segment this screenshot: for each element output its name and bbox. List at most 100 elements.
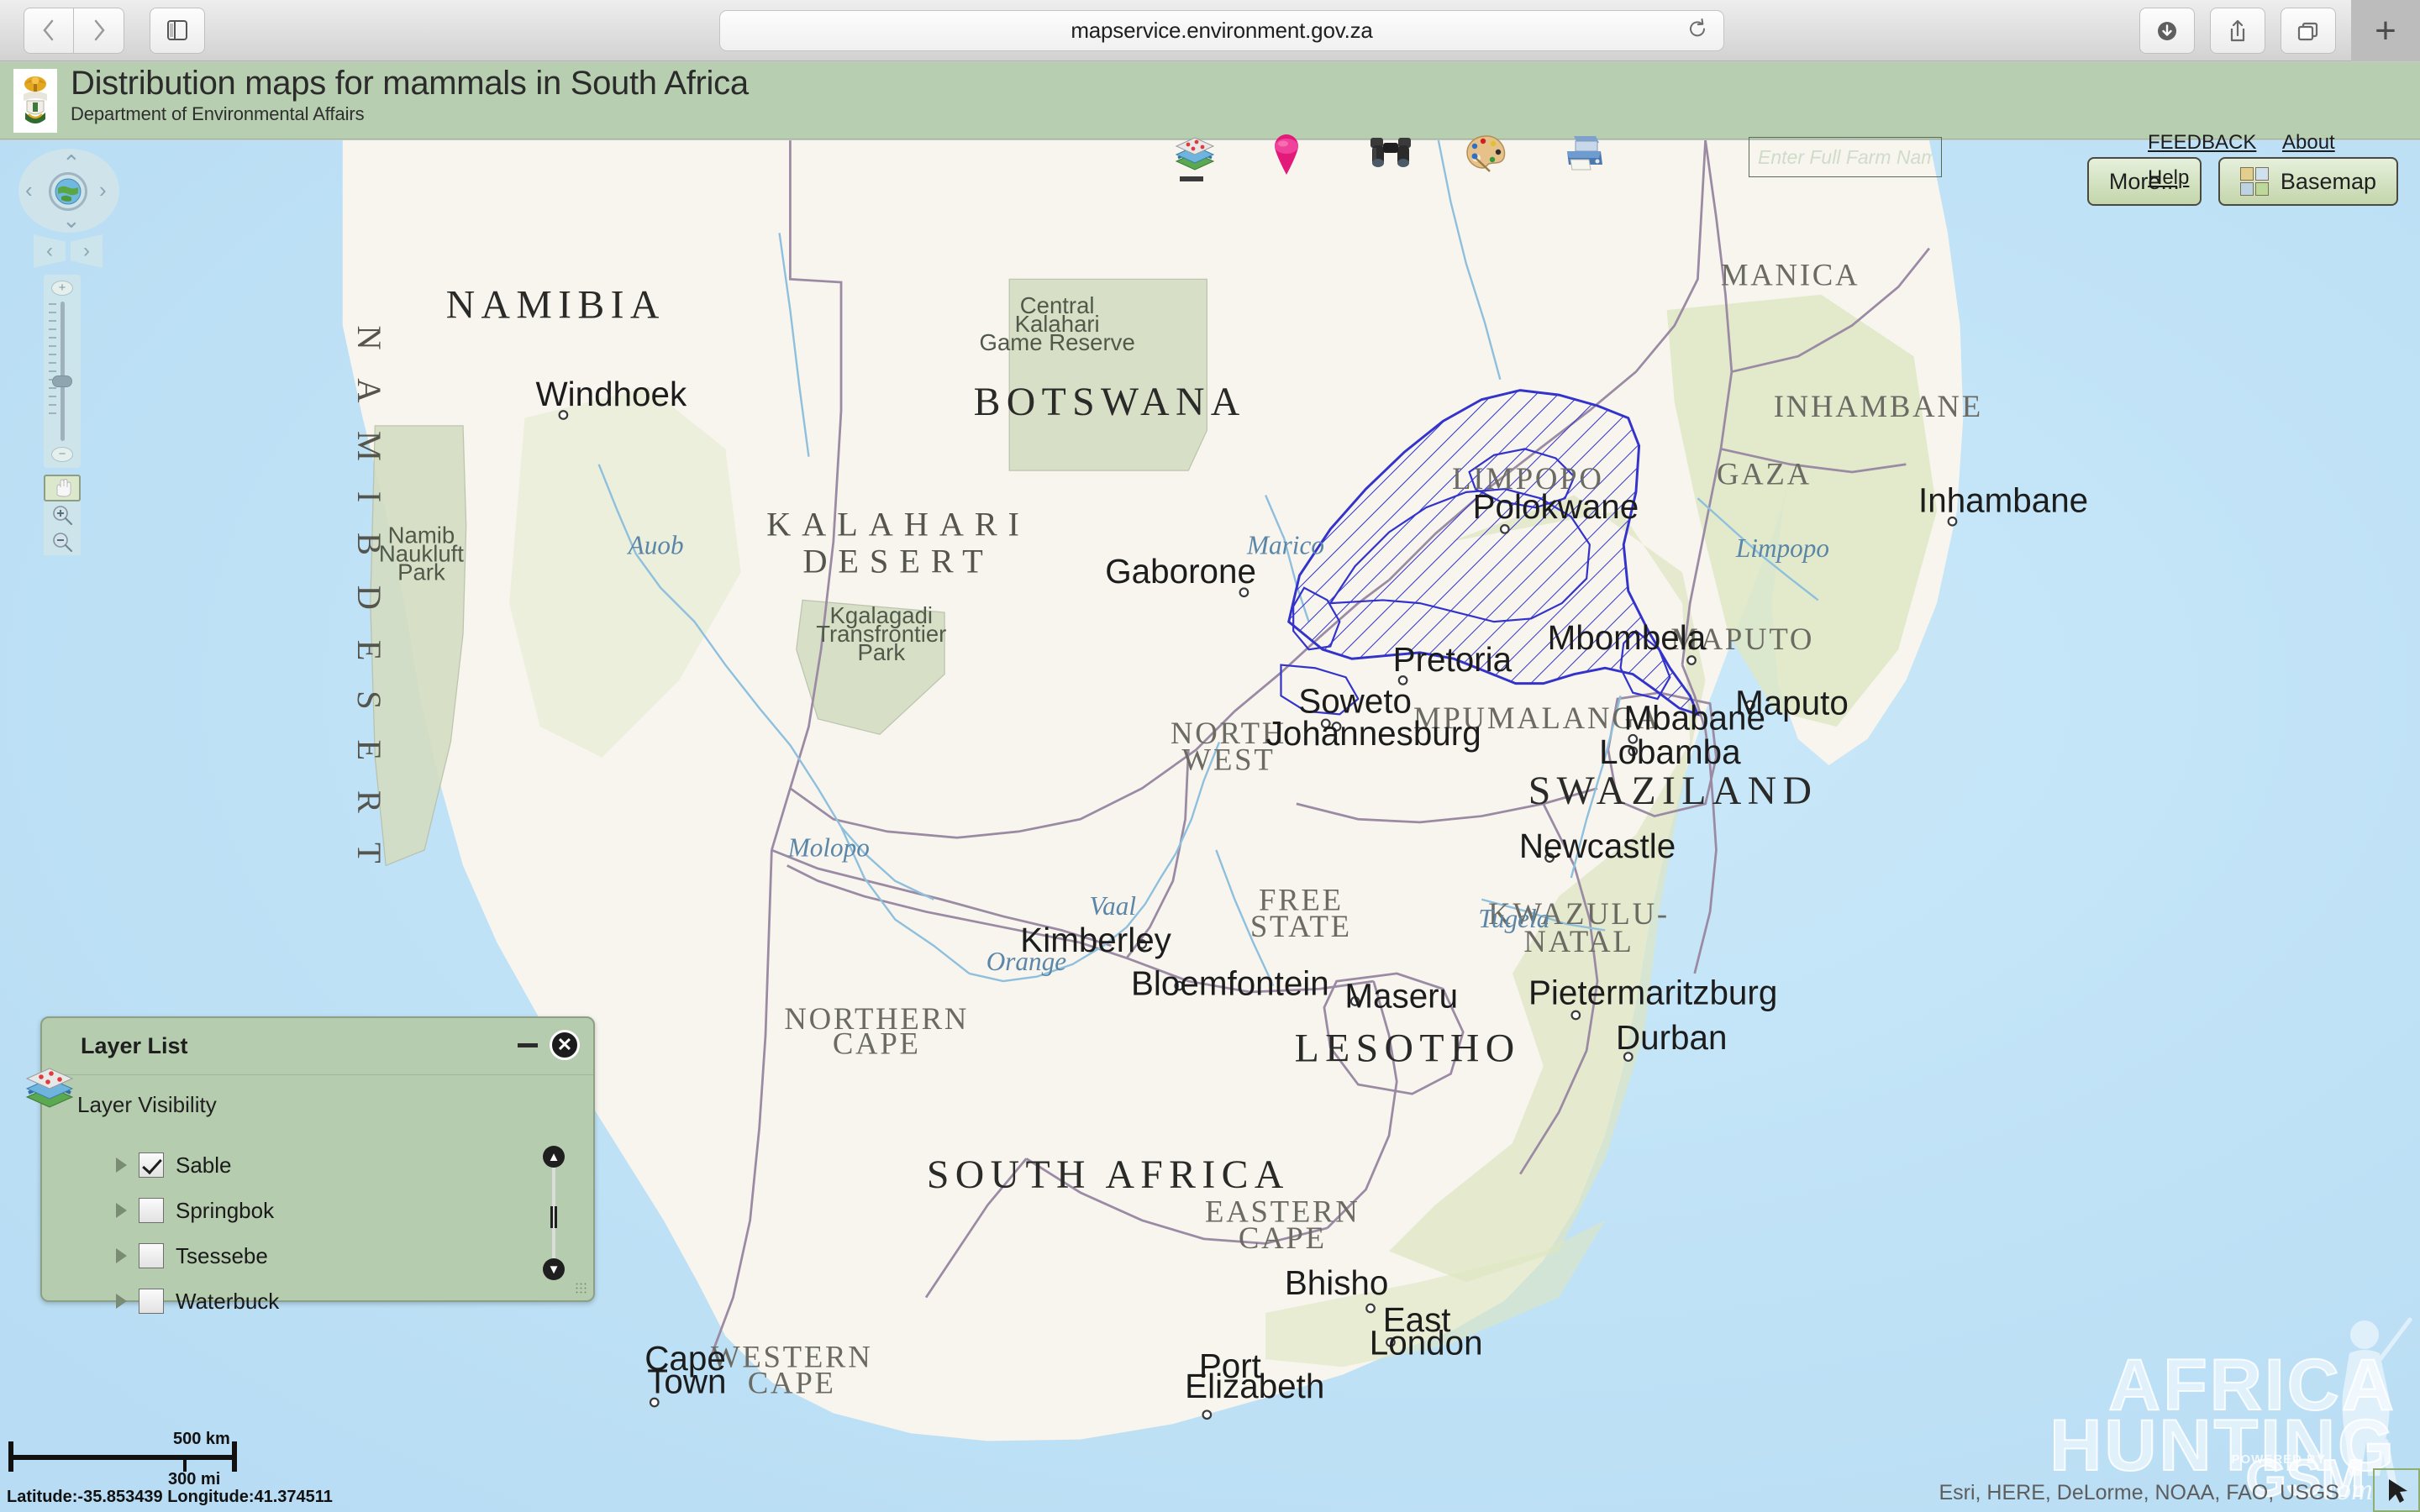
prev-next-extent-controls: ‹ › [34,234,103,268]
expand-arrow-icon[interactable] [116,1248,127,1263]
map-city-label: Pretoria [1393,640,1512,679]
browser-right-controls: + [2139,0,2420,61]
map-city-label: Johannesburg [1266,714,1481,753]
zoom-ticks [49,303,56,421]
scrollbar-thumb[interactable] [550,1206,557,1228]
scroll-down-button[interactable]: ▼ [543,1258,565,1280]
map-river-label: Tugela [1478,904,1549,933]
share-button[interactable] [2210,8,2265,54]
title-block: Distribution maps for mammals in South A… [71,65,749,125]
hand-pan-icon[interactable] [44,475,81,501]
map-pin-icon[interactable] [1270,133,1315,178]
list-item[interactable]: Sable [116,1142,279,1188]
map-province-label: CAPE [833,1026,921,1060]
zoom-out-button[interactable]: − [51,447,73,462]
basemap-button[interactable]: Basemap [2217,157,2398,206]
map-country-label: LESOTHO [1295,1026,1521,1071]
list-item[interactable]: Waterbuck [116,1278,279,1324]
sidebar-toggle-button[interactable] [150,7,205,54]
scale-mi-label: 300 mi [168,1470,221,1488]
map-city-label: Elizabeth [1185,1367,1324,1405]
expand-arrow-icon[interactable] [116,1203,127,1218]
zoom-slider[interactable]: + − [44,275,81,468]
map-city-label: Polokwane [1473,487,1639,526]
map-desert-labels: KALAHARIDESERT [766,505,1019,580]
map-tool-stack [44,475,81,555]
zoom-in-button[interactable]: + [51,281,73,296]
expand-arrow-icon[interactable] [116,1294,127,1309]
zoom-out-magnifier-icon[interactable] [44,528,81,555]
layer-checkbox-sable[interactable] [139,1152,164,1178]
layer-checkbox-waterbuck[interactable] [139,1289,164,1314]
layer-list-scrollbar[interactable]: ▲ ▼ [543,1146,565,1280]
page-title: Distribution maps for mammals in South A… [71,65,749,102]
list-item[interactable]: Springbok [116,1188,279,1233]
map-desert-label: DESERT [802,542,993,580]
share-icon [2230,19,2245,41]
map-city-label: Inhambane [1918,481,2088,520]
search-input[interactable] [1749,137,1942,177]
map-canvas[interactable]: NAMIBIA BOTSWANA SOUTH AFRICA SWAZILAND LESO… [0,140,2420,1512]
binoculars-icon[interactable] [1367,133,1413,178]
forward-button[interactable] [74,7,124,54]
pan-right-button[interactable]: › [99,179,107,201]
pan-left-button[interactable]: ‹ [25,179,33,201]
back-button[interactable] [24,7,74,54]
tab-overview-icon [2297,22,2318,40]
coordinate-readout: Latitude:-35.853439 Longitude:41.374511 [7,1488,333,1506]
map-attribution: Esri, HERE, DeLorme, NOAA, FAO, USGS [1939,1481,2339,1504]
new-tab-button[interactable]: + [2351,0,2420,61]
minimize-button[interactable] [518,1043,538,1047]
north-arrow-icon[interactable] [2373,1468,2420,1512]
map-city-label: Pietermaritzburg [1528,974,1777,1012]
basemap-button-label: Basemap [2280,168,2376,194]
layer-checkbox-springbok[interactable] [139,1198,164,1223]
list-item[interactable]: Tsessebe [116,1233,279,1278]
expand-arrow-icon[interactable] [116,1158,127,1173]
map-city-label: Durban [1616,1018,1727,1057]
map-province-label: CAPE [748,1366,836,1400]
map-park-label: Park [857,639,905,665]
address-bar[interactable]: mapservice.environment.gov.za [719,10,1724,51]
zoom-in-magnifier-icon[interactable] [44,501,81,528]
map-city-label: Gaborone [1105,552,1256,591]
layer-label: Sable [176,1152,232,1178]
chevron-left-icon [43,19,54,41]
layers-icon[interactable] [1172,133,1218,178]
layer-list-panel[interactable]: Layer List ✕ Layer Visibility Sable Spri… [25,1016,595,1314]
map-country-label: NAMIBIA [446,282,666,327]
map-country-label: SOUTH AFRICA [927,1152,1290,1197]
close-icon[interactable]: ✕ [550,1030,580,1060]
active-tool-indicator [1180,176,1203,181]
help-link[interactable]: Help [2148,166,2189,190]
map-graphic: NAMIBIA BOTSWANA SOUTH AFRICA SWAZILAND LESO… [0,140,2420,1512]
map-city-label: Lobamba [1599,732,1741,771]
map-park-label: Park [397,559,445,585]
map-city-label: Maseru [1344,976,1458,1015]
page-subtitle: Department of Environmental Affairs [71,103,365,125]
palette-icon[interactable] [1465,133,1510,178]
downloads-button[interactable] [2139,8,2195,54]
tab-overview-button[interactable] [2281,8,2336,54]
layer-label: Tsessebe [176,1242,268,1268]
printer-icon[interactable] [1562,133,1607,178]
pan-up-button[interactable]: ⌃ [62,152,81,174]
layer-list-header: Layer List ✕ [42,1018,593,1075]
panel-resize-handle[interactable] [575,1282,587,1294]
globe-icon[interactable] [49,172,87,211]
scroll-up-button[interactable]: ▲ [543,1146,565,1168]
feedback-link[interactable]: FEEDBACK [2148,131,2256,155]
about-link[interactable]: About [2282,131,2335,155]
zoom-track[interactable] [60,302,65,441]
zoom-slider-thumb[interactable] [52,375,72,387]
reload-icon[interactable] [1686,17,1708,45]
next-extent-button[interactable]: › [71,234,103,268]
pan-down-button[interactable]: ⌄ [62,209,81,231]
previous-extent-button[interactable]: ‹ [34,234,66,268]
url-text: mapservice.environment.gov.za [1071,18,1373,43]
layer-label: Springbok [176,1197,275,1223]
map-city-label: Mbombela [1548,618,1707,657]
pan-compass-icon[interactable]: ⌃ ⌄ ‹ › [18,149,119,233]
layer-checkbox-tsessebe[interactable] [139,1243,164,1268]
scale-bar-rule [8,1455,237,1460]
